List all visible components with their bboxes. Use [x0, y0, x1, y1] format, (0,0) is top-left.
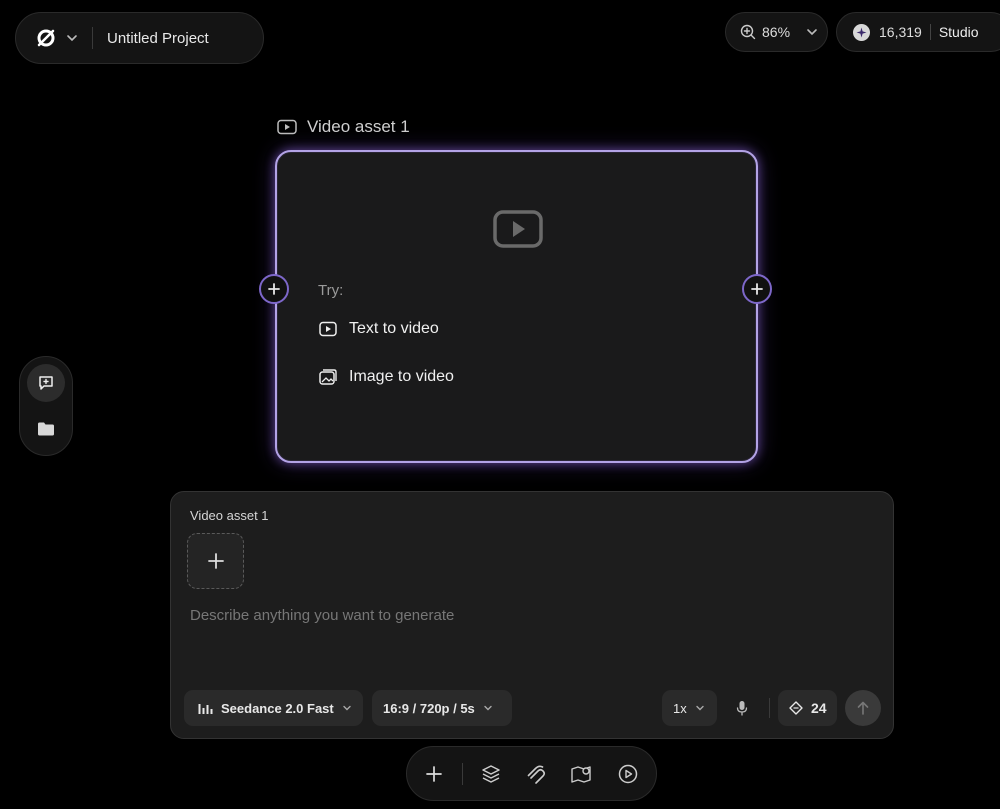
microphone-icon [736, 701, 748, 716]
layers-button[interactable] [478, 761, 504, 787]
project-pill: Untitled Project [15, 12, 264, 64]
left-toolbar [19, 356, 73, 456]
model-label: Seedance 2.0 Fast [221, 700, 334, 716]
plan-label: Studio [938, 24, 979, 40]
chat-button[interactable] [27, 364, 65, 402]
chat-add-icon [39, 376, 53, 390]
play-button[interactable] [615, 761, 641, 787]
map-icon [571, 766, 591, 783]
folder-icon [38, 422, 54, 436]
divider [462, 763, 463, 785]
chevron-down-icon [342, 703, 352, 713]
video-asset-card[interactable]: Try: Text to video Image to video [275, 150, 758, 463]
text-to-video-option[interactable]: Text to video [319, 320, 439, 338]
prompt-asset-label: Video asset 1 [190, 508, 269, 523]
model-select[interactable]: Seedance 2.0 Fast [184, 690, 363, 726]
format-select[interactable]: 16:9 / 720p / 5s [372, 690, 512, 726]
add-left-node-button[interactable] [259, 274, 289, 304]
prompt-input[interactable] [190, 607, 870, 624]
layers-icon [482, 765, 500, 783]
format-label: 16:9 / 720p / 5s [383, 700, 475, 716]
zoom-level: 86% [762, 24, 791, 40]
diamond-icon [789, 701, 803, 715]
folder-button[interactable] [27, 410, 65, 448]
chevron-down-icon [483, 703, 493, 713]
magnet-button[interactable] [524, 761, 550, 787]
bottom-toolbar [406, 746, 657, 801]
image-to-video-option[interactable]: Image to video [319, 368, 454, 386]
video-icon [277, 119, 297, 135]
plus-icon [268, 283, 280, 295]
option-label: Image to video [349, 368, 454, 385]
cost-value: 24 [811, 700, 827, 716]
arrow-up-icon [857, 701, 869, 715]
send-button[interactable] [845, 690, 881, 726]
count-label: 1x [673, 700, 687, 716]
chevron-down-icon [806, 26, 818, 38]
project-title[interactable]: Untitled Project [107, 30, 209, 47]
map-button[interactable] [569, 761, 595, 787]
app-logo-icon[interactable] [34, 26, 58, 50]
asset-title-label: Video asset 1 [307, 117, 410, 136]
microphone-button[interactable] [732, 698, 752, 718]
prompt-panel: Video asset 1 Seedance 2.0 Fast 16:9 / 7… [170, 491, 894, 739]
credits-count: 16,319 [879, 24, 922, 40]
divider [92, 27, 93, 49]
model-bars-icon [198, 702, 213, 715]
add-reference-button[interactable] [187, 533, 244, 589]
plus-icon [751, 283, 763, 295]
credits-pill[interactable]: 16,319 Studio [836, 12, 1000, 52]
plus-icon [207, 553, 224, 569]
magnet-icon [527, 765, 546, 784]
image-icon [319, 369, 337, 385]
video-play-icon [319, 321, 337, 337]
try-label: Try: [318, 282, 344, 299]
count-select[interactable]: 1x [662, 690, 717, 726]
cost-indicator: 24 [778, 690, 837, 726]
credits-icon [853, 23, 870, 41]
video-placeholder-icon [493, 210, 543, 248]
chevron-down-icon [695, 703, 705, 713]
zoom-control[interactable]: 86% [725, 12, 828, 52]
divider [769, 698, 770, 718]
chevron-down-icon[interactable] [66, 32, 78, 44]
add-node-button[interactable] [421, 761, 447, 787]
zoom-in-icon [740, 24, 756, 40]
divider [929, 24, 931, 40]
plus-icon [426, 766, 442, 782]
add-right-node-button[interactable] [742, 274, 772, 304]
option-label: Text to video [349, 320, 439, 337]
asset-title[interactable]: Video asset 1 [277, 117, 410, 137]
play-circle-icon [618, 764, 638, 784]
